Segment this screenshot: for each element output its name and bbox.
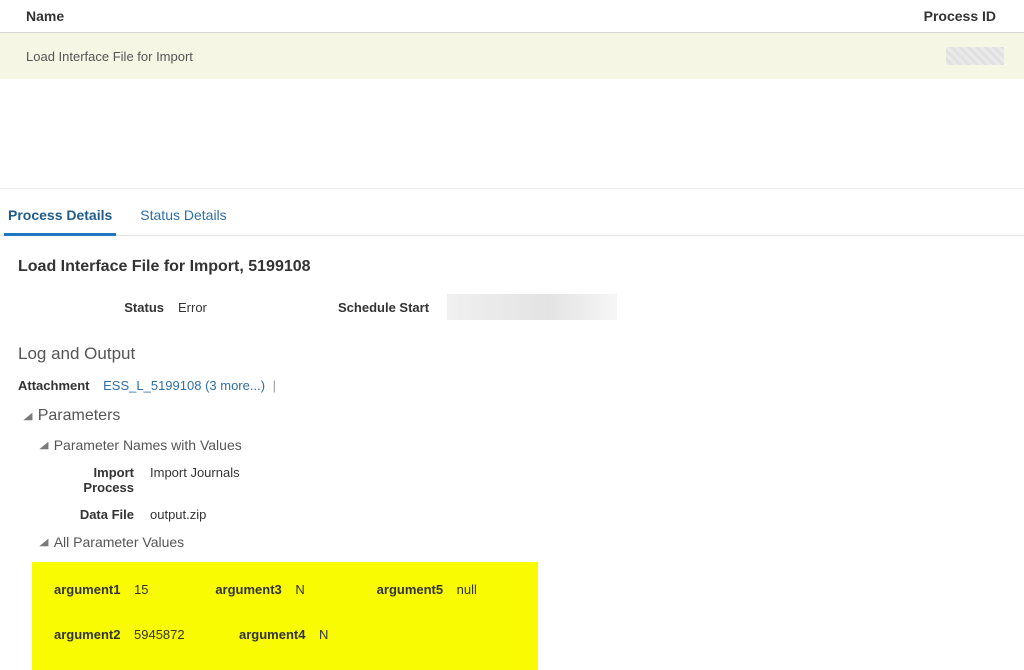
process-details-panel: Load Interface File for Import, 5199108 … (0, 236, 1024, 670)
arg-value: 5945872 (134, 627, 185, 642)
details-title: Load Interface File for Import, 5199108 (18, 258, 1024, 276)
spacer (0, 79, 1024, 189)
schedule-start-value-redacted (447, 294, 617, 320)
arg-name: argument5 (377, 582, 457, 597)
parameters-heading-label: Parameters (38, 407, 121, 425)
process-table-row[interactable]: Load Interface File for Import (0, 33, 1024, 79)
arg-name: argument1 (54, 582, 134, 597)
param-row-data-file: Data File output.zip (40, 507, 1024, 522)
status-row: Status Error Schedule Start (18, 294, 1024, 320)
status-label: Status (18, 300, 178, 315)
arguments-highlight: argument1 15 argument3 N argument5 null … (32, 562, 538, 670)
process-table-header: Name Process ID (0, 0, 1024, 33)
import-process-value: Import Journals (150, 465, 240, 495)
tab-status-details[interactable]: Status Details (136, 201, 230, 235)
tab-bar: Process Details Status Details (0, 189, 1024, 236)
attachment-row: Attachment ESS_L_5199108 (3 more...) | (18, 378, 1024, 393)
arg-name: argument4 (239, 627, 319, 642)
row-process-id-redacted (946, 47, 1004, 65)
data-file-label: Data File (40, 507, 150, 522)
collapse-icon: ◢ (39, 440, 48, 451)
attachment-link[interactable]: ESS_L_5199108 (3 more...) (103, 378, 265, 393)
argument4: argument4 N (239, 627, 424, 642)
parameter-names-heading[interactable]: ◢ Parameter Names with Values (40, 437, 1024, 453)
arg-value: N (295, 582, 304, 597)
argument1: argument1 15 (54, 582, 215, 597)
arg-name: argument3 (215, 582, 295, 597)
argument5: argument5 null (377, 582, 538, 597)
arg-value: N (319, 627, 328, 642)
collapse-icon: ◢ (39, 537, 48, 548)
all-parameter-values-heading[interactable]: ◢ All Parameter Values (40, 534, 1024, 550)
argument2: argument2 5945872 (54, 627, 239, 642)
all-parameter-values-heading-label: All Parameter Values (54, 534, 184, 550)
col-header-process-id: Process ID (924, 8, 1004, 24)
col-header-name: Name (26, 8, 924, 24)
parameter-names-heading-label: Parameter Names with Values (54, 437, 242, 453)
attachment-label: Attachment (18, 378, 90, 393)
row-name: Load Interface File for Import (26, 49, 946, 64)
data-file-value: output.zip (150, 507, 206, 522)
argument3: argument3 N (215, 582, 376, 597)
arg-row-2: argument2 5945872 argument4 N (32, 621, 538, 666)
tab-process-details[interactable]: Process Details (4, 201, 116, 236)
arg-value: null (457, 582, 477, 597)
param-row-import-process: Import Process Import Journals (40, 465, 1024, 495)
status-value: Error (178, 300, 338, 315)
collapse-icon: ◢ (23, 411, 32, 422)
attachment-separator: | (273, 378, 276, 393)
parameters-heading[interactable]: ◢ Parameters (24, 407, 1024, 425)
import-process-label: Import Process (40, 465, 150, 495)
arg-name: argument2 (54, 627, 134, 642)
arg-value: 15 (134, 582, 148, 597)
log-and-output-heading: Log and Output (18, 344, 1024, 364)
schedule-start-label: Schedule Start (338, 300, 447, 315)
arg-row-1: argument1 15 argument3 N argument5 null (32, 576, 538, 621)
